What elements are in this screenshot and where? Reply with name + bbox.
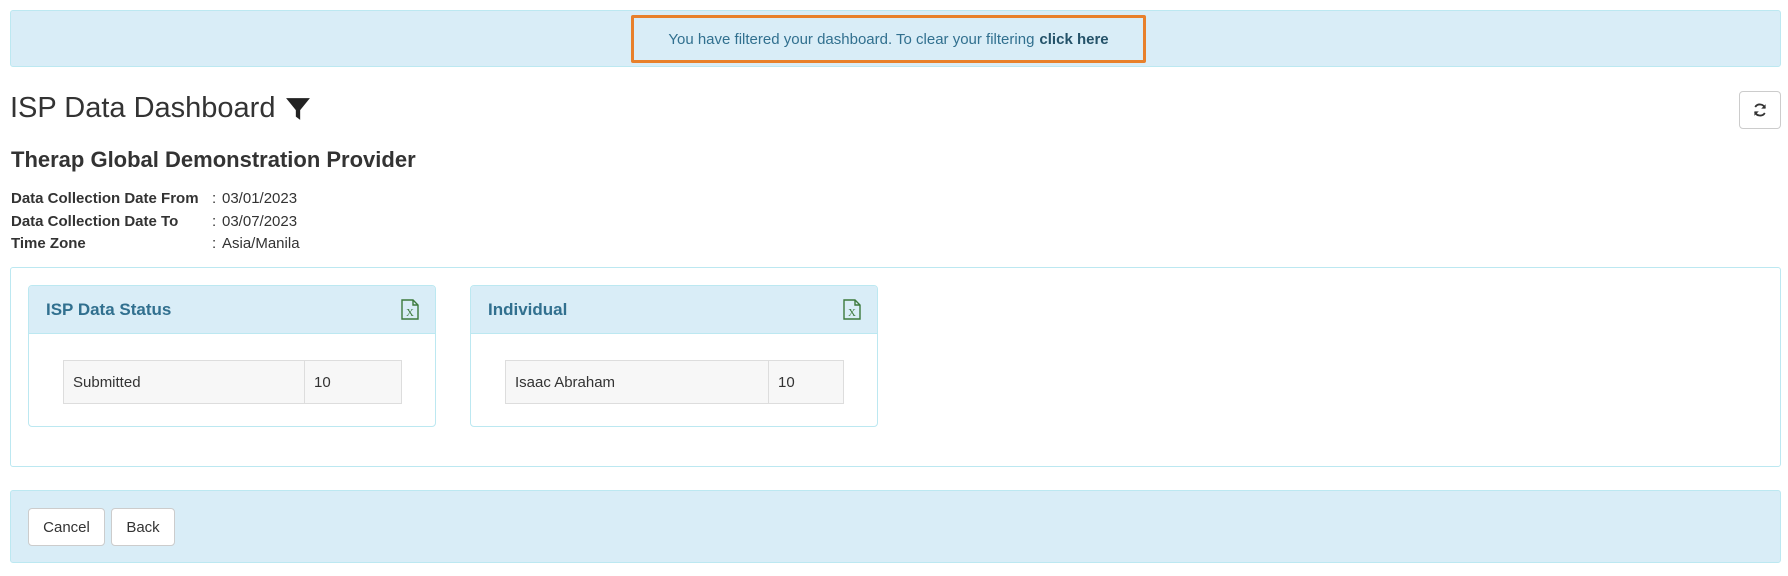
meta-value: 03/01/2023 [222, 190, 298, 207]
page-title-text: ISP Data Dashboard [10, 92, 276, 124]
action-bar: Cancel Back [10, 490, 1781, 563]
row-count[interactable]: 10 [304, 360, 402, 404]
svg-text:X: X [406, 307, 414, 319]
report-meta: Data Collection Date From : 03/01/2023 D… [11, 188, 300, 256]
widget-individual: Individual X Isaac Abraham 10 [470, 285, 878, 427]
individual-table: Isaac Abraham 10 [505, 360, 844, 404]
refresh-button[interactable] [1739, 91, 1781, 129]
widget-header: ISP Data Status X [29, 286, 435, 334]
meta-value: 03/07/2023 [222, 212, 298, 230]
widget-title: ISP Data Status [46, 299, 172, 319]
filter-notice-text: You have filtered your dashboard. To cle… [668, 30, 1035, 48]
meta-row-date-to: Data Collection Date To : 03/07/2023 [11, 211, 300, 234]
meta-row-time-zone: Time Zone : Asia/Manila [11, 233, 300, 256]
provider-name: Therap Global Demonstration Provider [11, 147, 416, 172]
widgets-container: ISP Data Status X Submitted 10 Individua… [10, 267, 1781, 467]
table-row[interactable]: Submitted 10 [63, 360, 402, 404]
cancel-button[interactable]: Cancel [28, 508, 105, 546]
row-count[interactable]: 10 [768, 360, 844, 404]
widget-title: Individual [488, 299, 568, 319]
meta-separator: : [212, 212, 217, 230]
widget-header: Individual X [471, 286, 877, 334]
page-title: ISP Data Dashboard [10, 92, 311, 125]
row-label[interactable]: Submitted [63, 360, 305, 404]
widget-isp-data-status: ISP Data Status X Submitted 10 [28, 285, 436, 427]
svg-text:X: X [848, 307, 856, 319]
meta-label: Data Collection Date From [11, 190, 199, 207]
table-row[interactable]: Isaac Abraham 10 [505, 360, 844, 404]
filter-icon [286, 97, 311, 120]
refresh-icon [1754, 103, 1766, 117]
back-button[interactable]: Back [111, 508, 175, 546]
meta-separator: : [212, 235, 217, 252]
meta-separator: : [212, 190, 217, 207]
meta-value: Asia/Manila [222, 235, 300, 252]
excel-export-icon[interactable]: X [843, 299, 861, 320]
meta-label: Data Collection Date To [11, 212, 179, 230]
meta-row-date-from: Data Collection Date From : 03/01/2023 [11, 188, 300, 211]
filter-notice-message: You have filtered your dashboard. To cle… [631, 15, 1146, 63]
clear-filter-link[interactable]: click here [1039, 31, 1108, 48]
excel-export-icon[interactable]: X [401, 299, 419, 320]
row-label[interactable]: Isaac Abraham [505, 360, 769, 404]
status-table: Submitted 10 [63, 360, 402, 404]
meta-label: Time Zone [11, 235, 86, 252]
